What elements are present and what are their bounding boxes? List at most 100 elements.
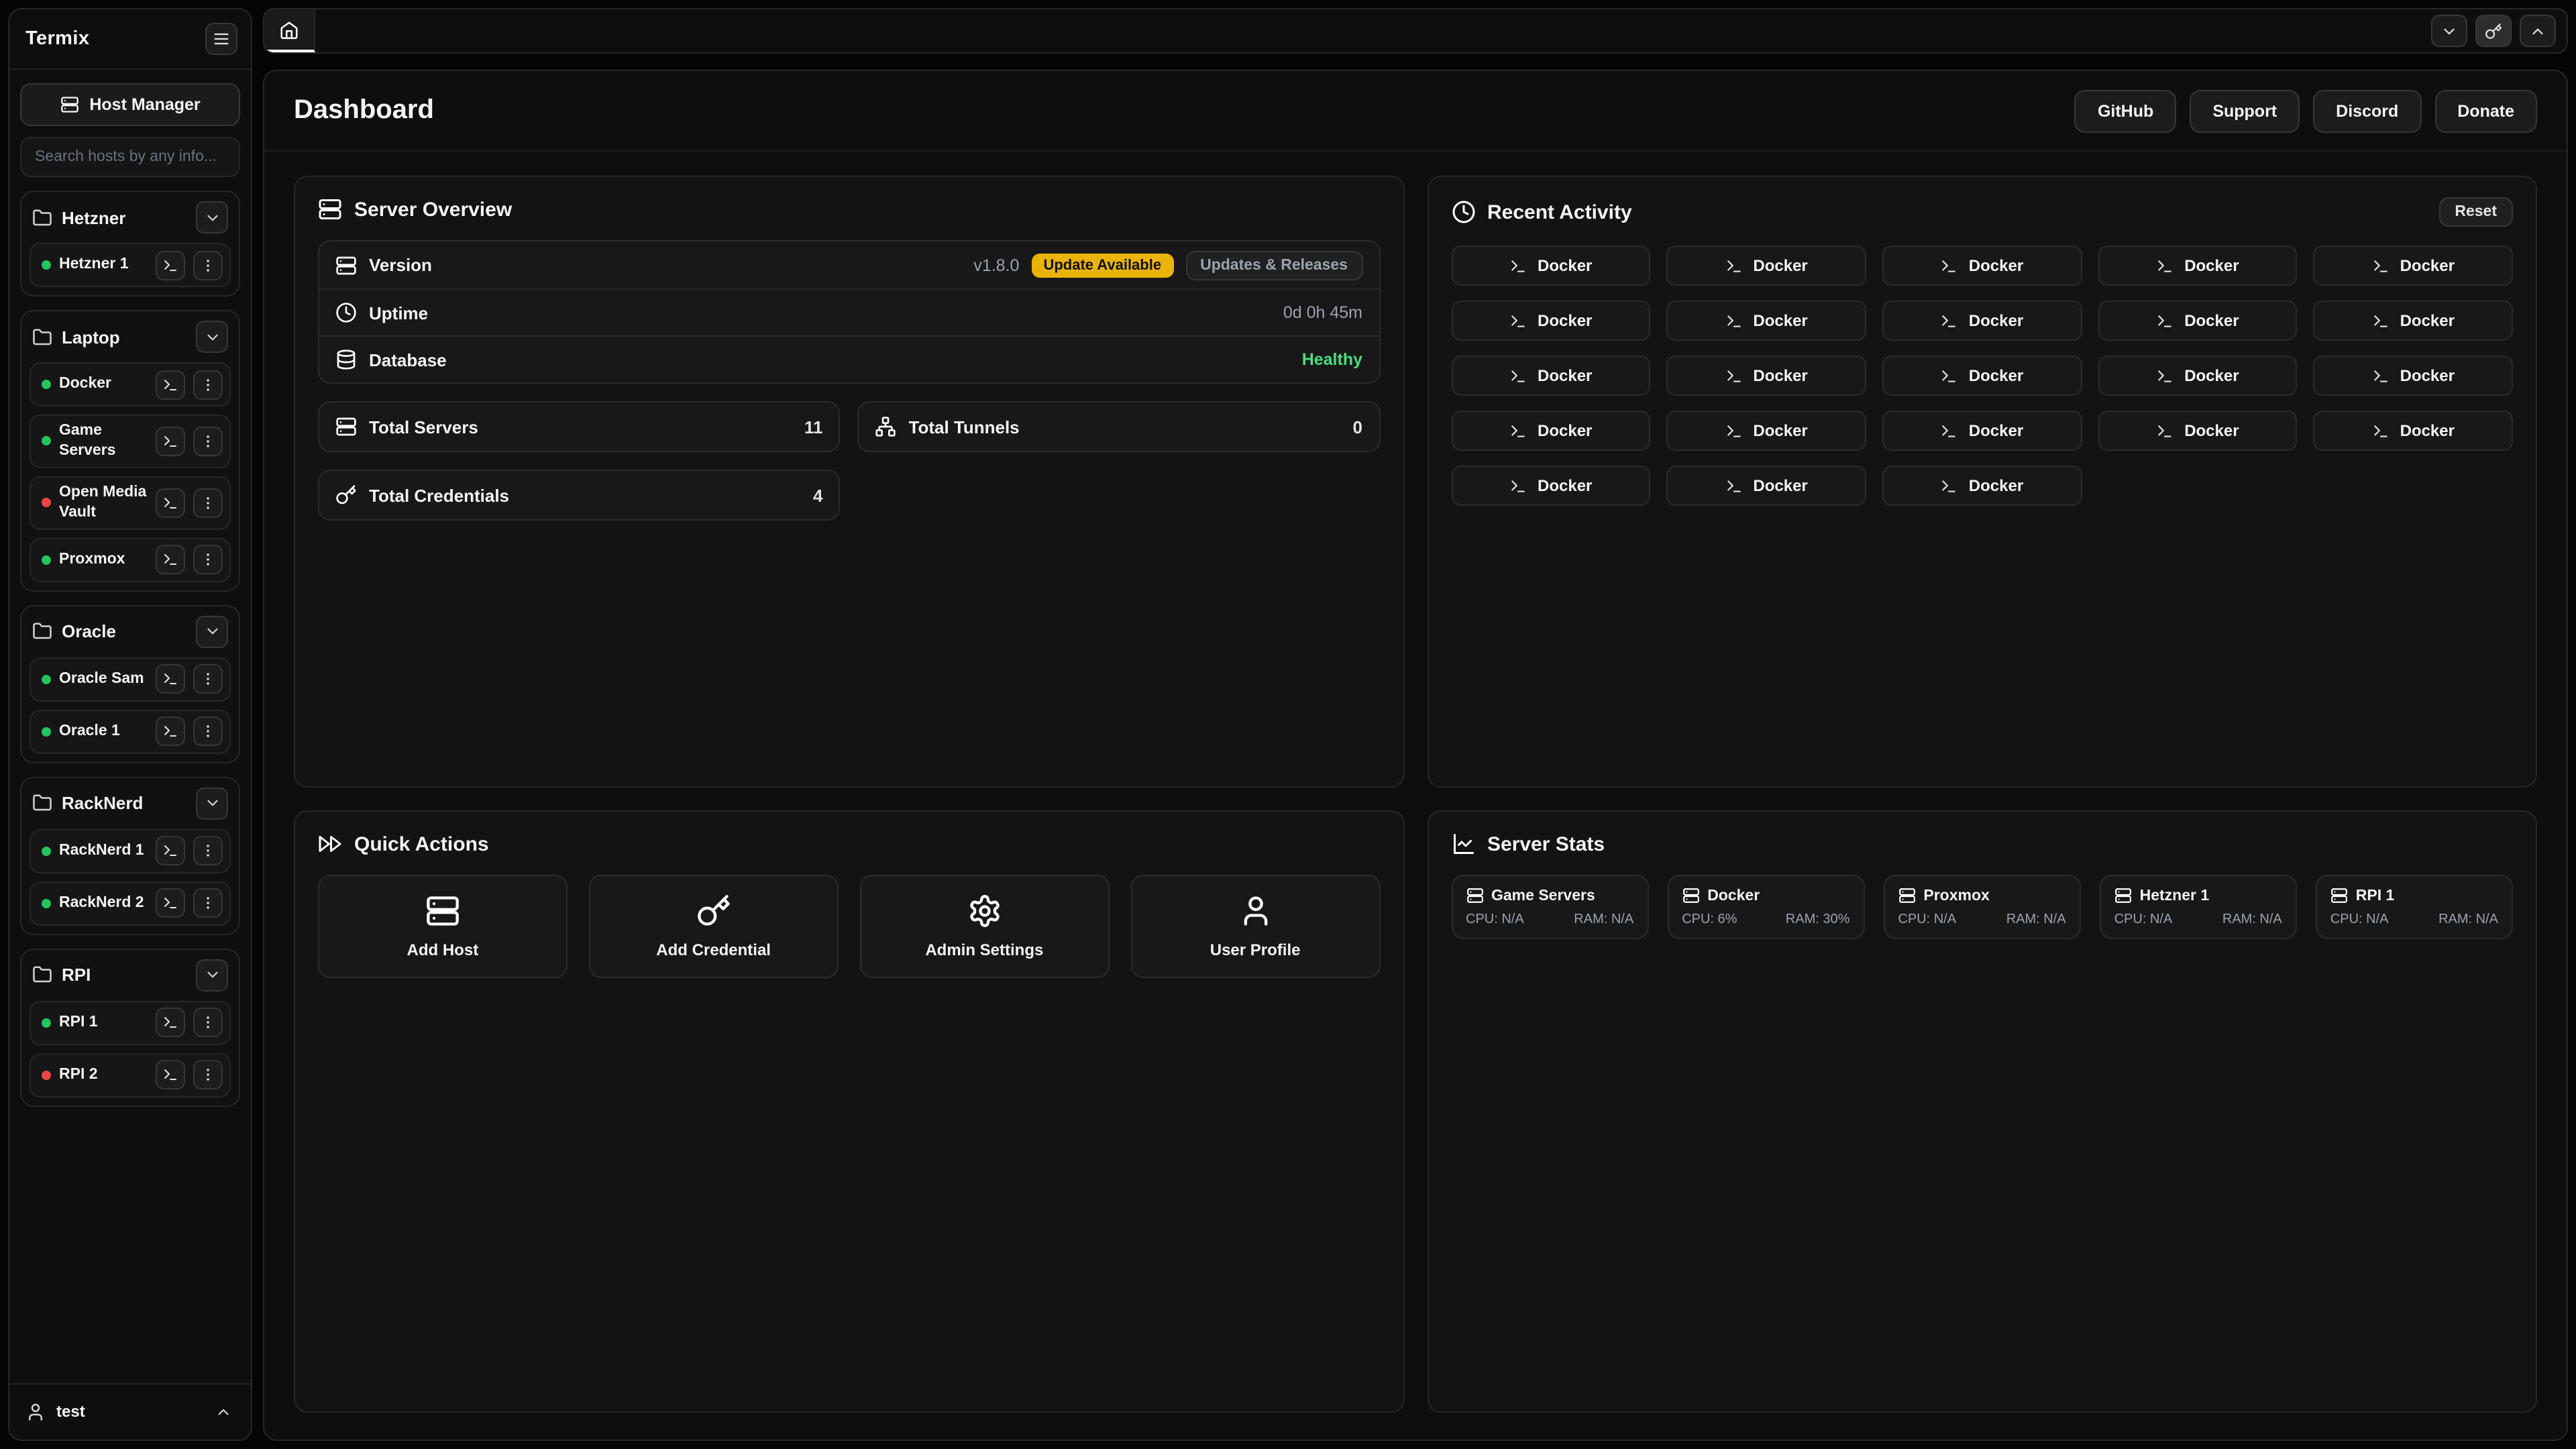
activity-terminal-button[interactable]: Docker	[1882, 356, 2082, 396]
activity-terminal-button[interactable]: Docker	[2314, 301, 2513, 341]
discord-button[interactable]: Discord	[2313, 89, 2421, 132]
host-menu-button[interactable]	[193, 1061, 223, 1090]
host-menu-button[interactable]	[193, 889, 223, 918]
uptime-value: 0d 0h 45m	[1283, 303, 1362, 322]
host-terminal-button[interactable]	[156, 488, 185, 518]
host-row[interactable]: Oracle 1	[30, 710, 231, 754]
chevron-down-button[interactable]	[2431, 15, 2467, 47]
host-terminal-button[interactable]	[156, 370, 185, 399]
sidebar-group-header[interactable]: RackNerd	[30, 786, 231, 821]
host-name: Open Media Vault	[59, 483, 148, 523]
host-terminal-button[interactable]	[156, 427, 185, 456]
terminal-icon	[1941, 422, 1958, 439]
kebab-menu-icon	[200, 433, 216, 449]
activity-terminal-button[interactable]: Docker	[1451, 411, 1650, 451]
host-menu-button[interactable]	[193, 545, 223, 575]
host-terminal-button[interactable]	[156, 250, 185, 280]
host-row[interactable]: RPI 2	[30, 1053, 231, 1097]
host-menu-button[interactable]	[193, 717, 223, 747]
terminal-icon	[2372, 367, 2390, 384]
sidebar-group-header[interactable]: RPI	[30, 958, 231, 993]
activity-terminal-button[interactable]: Docker	[2098, 411, 2297, 451]
github-button[interactable]: GitHub	[2075, 89, 2176, 132]
host-terminal-button[interactable]	[156, 837, 185, 866]
host-row[interactable]: RackNerd 1	[30, 829, 231, 873]
host-row[interactable]: Open Media Vault	[30, 476, 231, 530]
host-terminal-button[interactable]	[156, 717, 185, 747]
group-hosts: Hetzner 1	[30, 243, 231, 287]
activity-terminal-button[interactable]: Docker	[1882, 411, 2082, 451]
terminal-icon	[1509, 422, 1527, 439]
host-menu-button[interactable]	[193, 1008, 223, 1038]
sidebar-group-header[interactable]: Hetzner	[30, 200, 231, 235]
group-collapse-button[interactable]	[196, 321, 228, 353]
total-value: 0	[1353, 417, 1362, 437]
host-menu-button[interactable]	[193, 665, 223, 694]
activity-terminal-button[interactable]: Docker	[2098, 246, 2297, 286]
terminal-icon	[162, 495, 178, 511]
support-button[interactable]: Support	[2190, 89, 2300, 132]
host-manager-button[interactable]: Host Manager	[20, 83, 240, 126]
stat-ram: RAM: N/A	[2222, 912, 2282, 927]
host-row[interactable]: Docker	[30, 362, 231, 407]
sidebar-group-header[interactable]: Laptop	[30, 319, 231, 354]
host-row[interactable]: Hetzner 1	[30, 243, 231, 287]
donate-button[interactable]: Donate	[2434, 89, 2537, 132]
activity-terminal-button[interactable]: Docker	[2314, 356, 2513, 396]
activity-terminal-button[interactable]: Docker	[1666, 301, 1866, 341]
host-terminal-button[interactable]	[156, 545, 185, 575]
activity-terminal-button[interactable]: Docker	[1666, 466, 1866, 506]
activity-terminal-button[interactable]: Docker	[1451, 356, 1650, 396]
tab-home[interactable]	[264, 9, 315, 52]
host-menu-button[interactable]	[193, 250, 223, 280]
group-collapse-button[interactable]	[196, 616, 228, 648]
host-menu-button[interactable]	[193, 837, 223, 866]
activity-terminal-button[interactable]: Docker	[2098, 301, 2297, 341]
terminal-icon	[162, 1067, 178, 1083]
group-collapse-button[interactable]	[196, 959, 228, 991]
host-menu-button[interactable]	[193, 370, 223, 399]
quick-action-button[interactable]: Add Credential	[589, 875, 839, 978]
activity-terminal-button[interactable]: Docker	[1882, 466, 2082, 506]
sidebar-user-row[interactable]: test	[9, 1383, 251, 1429]
activity-terminal-button[interactable]: Docker	[1666, 411, 1866, 451]
host-terminal-button[interactable]	[156, 665, 185, 694]
host-terminal-button[interactable]	[156, 889, 185, 918]
group-label: Laptop	[62, 327, 186, 347]
activity-terminal-button[interactable]: Docker	[1451, 466, 1650, 506]
search-input[interactable]	[20, 137, 240, 177]
chevron-up-button[interactable]	[2520, 15, 2556, 47]
host-row[interactable]: RPI 1	[30, 1001, 231, 1045]
key-button[interactable]	[2475, 15, 2512, 47]
quick-action-button[interactable]: User Profile	[1130, 875, 1380, 978]
host-menu-button[interactable]	[193, 488, 223, 518]
quick-action-button[interactable]: Admin Settings	[860, 875, 1110, 978]
updates-releases-button[interactable]: Updates & Releases	[1185, 250, 1362, 280]
quick-action-button[interactable]: Add Host	[318, 875, 568, 978]
host-status-dot	[42, 1071, 51, 1080]
activity-terminal-button[interactable]: Docker	[1666, 246, 1866, 286]
activity-terminal-button[interactable]: Docker	[1882, 301, 2082, 341]
host-row[interactable]: Game Servers	[30, 415, 231, 468]
host-terminal-button[interactable]	[156, 1061, 185, 1090]
activity-terminal-button[interactable]: Docker	[1451, 301, 1650, 341]
reset-button[interactable]: Reset	[2438, 197, 2513, 227]
user-menu-button[interactable]	[208, 1397, 237, 1426]
host-row[interactable]: Oracle Sam	[30, 657, 231, 702]
activity-terminal-button[interactable]: Docker	[2098, 356, 2297, 396]
activity-terminal-button[interactable]: Docker	[1451, 246, 1650, 286]
host-row[interactable]: RackNerd 2	[30, 881, 231, 926]
activity-terminal-button[interactable]: Docker	[2314, 411, 2513, 451]
group-collapse-button[interactable]	[196, 201, 228, 233]
host-terminal-button[interactable]	[156, 1008, 185, 1038]
sidebar-group-header[interactable]: Oracle	[30, 614, 231, 649]
group-collapse-button[interactable]	[196, 788, 228, 820]
activity-terminal-button[interactable]: Docker	[1666, 356, 1866, 396]
sidebar-collapse-button[interactable]	[205, 23, 237, 55]
action-label: Add Host	[407, 941, 479, 959]
host-menu-button[interactable]	[193, 427, 223, 456]
activity-terminal-button[interactable]: Docker	[2314, 246, 2513, 286]
activity-terminal-button[interactable]: Docker	[1882, 246, 2082, 286]
host-row[interactable]: Proxmox	[30, 538, 231, 582]
overview-rows: Version v1.8.0 Update Available Updates …	[318, 240, 1380, 384]
